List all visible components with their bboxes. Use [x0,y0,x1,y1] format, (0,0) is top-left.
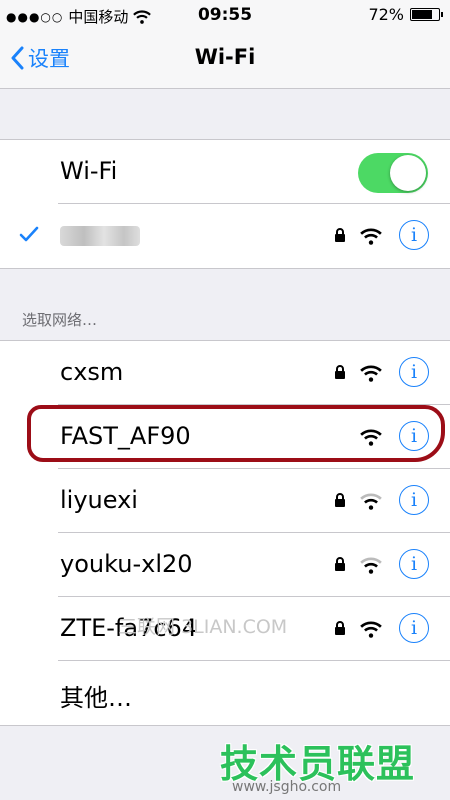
wifi-signal-icon [360,228,382,245]
highlight-annotation [27,405,445,462]
wifi-toggle-switch[interactable] [358,153,428,193]
battery-icon [410,8,443,21]
network-row[interactable]: liyuexi i [0,469,450,533]
connected-network-row[interactable]: i [0,204,450,268]
wifi-signal-icon [360,557,382,574]
network-row[interactable]: youku-xl20 i [0,533,450,597]
info-button[interactable]: i [399,220,429,250]
lock-icon [335,621,345,635]
other-network-label: 其他… [60,684,132,712]
status-bar: ●●●○○ 中国移动 09:55 72% [0,0,450,30]
connected-network-name-blurred [60,226,140,246]
section-header-choose-network: 选取网络… [22,311,98,329]
brand-url: www.jsgho.com [232,779,342,795]
wifi-signal-icon [360,365,382,382]
lock-icon [335,557,345,571]
wifi-toggle-row: Wi-Fi [0,140,450,204]
navigation-bar: 设置 Wi-Fi [0,30,450,89]
wifi-signal-icon [360,621,382,638]
network-name: cxsm [60,358,124,386]
wifi-signal-icon [360,493,382,510]
info-button[interactable]: i [399,549,429,579]
battery-percent: 72% [368,5,404,24]
watermark-text: 三联网 3LIAN.COM [118,616,288,638]
info-button[interactable]: i [399,357,429,387]
info-button[interactable]: i [399,485,429,515]
wifi-toggle-label: Wi-Fi [60,157,118,185]
network-list: cxsm i FAST_AF90 i liyuexi i youku-xl20 … [0,340,450,726]
other-network-row[interactable]: 其他… [0,661,450,725]
wifi-settings-group: Wi-Fi i [0,139,450,269]
network-name: liyuexi [60,486,138,514]
lock-icon [335,365,345,379]
lock-icon [335,493,345,507]
checkmark-icon [19,226,39,242]
info-button[interactable]: i [399,613,429,643]
lock-icon [335,228,345,242]
network-name: youku-xl20 [60,550,193,578]
network-row[interactable]: cxsm i [0,341,450,405]
page-title: Wi-Fi [194,45,256,69]
